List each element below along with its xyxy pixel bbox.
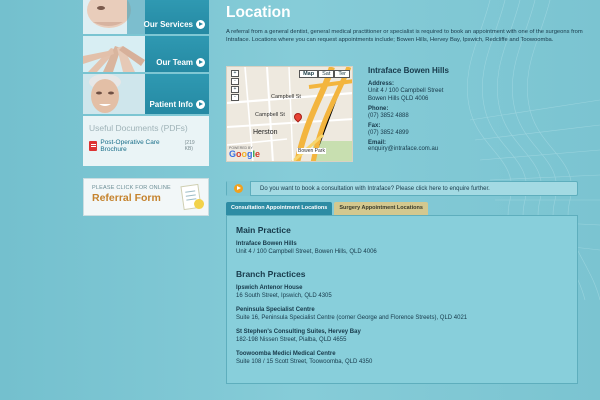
location-address: Suite 108 / 15 Scott Street, Toowoomba, … (236, 359, 373, 365)
location-name: Peninsula Specialist Centre (236, 307, 315, 313)
nav-label: Our Team (156, 58, 193, 67)
location-address: 182-198 Nissen Street, Pialba, QLD 4655 (236, 337, 347, 343)
patient-photo (83, 74, 145, 114)
intro-paragraph: A referral from a general dentist, gener… (226, 29, 583, 44)
nav-our-team[interactable]: Our Team (83, 36, 209, 72)
arrow-right-icon (196, 100, 205, 109)
address-text: Unit 4 / 100 Campbell Street Bowen Hills… (368, 87, 528, 103)
location-name: Intraface Bowen Hills (236, 241, 297, 247)
map-park-label: Bowen Park (297, 148, 326, 154)
branch-practices-heading: Branch Practices (236, 269, 306, 279)
document-size: (219 KB) (184, 140, 195, 152)
pdf-icon (89, 141, 98, 151)
zoom-out-button[interactable]: - (231, 78, 239, 85)
document-item[interactable]: Post-Operative Care Brochure (219 KB) (89, 139, 203, 153)
arrow-right-icon (196, 58, 205, 67)
sidebar: Our Services Our Team Patient Info Usefu… (83, 0, 209, 400)
map-type-satellite-button[interactable]: Sat (318, 70, 335, 78)
play-arrow-icon (227, 181, 251, 196)
location-address: Unit 4 / 100 Campbell Street, Bowen Hill… (236, 249, 377, 255)
location-name: St Stephen's Consulting Suites, Hervey B… (236, 329, 361, 335)
main-practice-heading: Main Practice (236, 225, 291, 235)
address-line: Bowen Hills QLD 4006 (368, 96, 429, 102)
google-logo: POWERED BY Google (229, 146, 260, 159)
nav-our-services[interactable]: Our Services (83, 0, 209, 34)
location-address: 16 South Street, Ipswich, QLD 4305 (236, 293, 332, 299)
arrow-right-icon (196, 20, 205, 29)
locations-panel: Main Practice Intraface Bowen Hills Unit… (226, 215, 578, 384)
zoom-in-button[interactable]: + (231, 70, 239, 77)
tab-surgery-locations[interactable]: Surgery Appointment Locations (334, 202, 428, 215)
address-line: Unit 4 / 100 Campbell Street (368, 88, 444, 94)
fax-number: (07) 3852 4899 (368, 130, 409, 136)
location-address: Suite 16, Peninsula Specialist Centre (c… (236, 315, 468, 321)
location-name: Ipswich Antenor House (236, 285, 303, 291)
nav-label: Patient Info (149, 100, 193, 109)
location-tabs: Consultation Appointment Locations Surge… (226, 202, 430, 215)
google-wordmark: Google (229, 149, 261, 159)
services-photo (83, 0, 145, 34)
map-street-label: Campbell St (255, 112, 285, 118)
location-name: Intraface Bowen Hills (368, 66, 449, 75)
team-hands-photo (83, 36, 145, 72)
nav-label: Our Services (143, 20, 193, 29)
zoom-out-button[interactable]: - (231, 94, 239, 101)
email-link[interactable]: enquiry@intraface.com.au (368, 146, 528, 152)
nav-patient-info[interactable]: Patient Info (83, 74, 209, 114)
map-type-map-button[interactable]: Map (299, 70, 319, 78)
location-map[interactable]: + - + - Map Sat Ter Campbell St Campbell… (226, 66, 353, 162)
location-name: Toowoomba Medici Medical Centre (236, 351, 336, 357)
documents-box: Useful Documents (PDFs) Post-Operative C… (83, 116, 209, 166)
map-zoom-controls: + - + - (231, 69, 243, 102)
map-type-controls: Map Sat Ter (299, 70, 350, 78)
map-suburb-label: Herston (253, 129, 278, 136)
book-consultation-text: Do you want to book a consultation with … (260, 185, 490, 192)
document-link[interactable]: Post-Operative Care Brochure (100, 139, 181, 153)
contact-details: Intraface Bowen Hills Address: Unit 4 / … (368, 66, 528, 152)
page-title: Location (226, 4, 291, 21)
main-content: Location A referral from a general denti… (226, 0, 590, 400)
book-consultation-bar[interactable]: Do you want to book a consultation with … (226, 181, 578, 196)
map-type-terrain-button[interactable]: Ter (334, 70, 350, 78)
tab-consultation-locations[interactable]: Consultation Appointment Locations (226, 202, 333, 215)
documents-title: Useful Documents (PDFs) (89, 123, 188, 133)
zoom-in-button[interactable]: + (231, 86, 239, 93)
phone-number: (07) 3852 4888 (368, 113, 409, 119)
referral-form-button[interactable]: PLEASE CLICK FOR ONLINE Referral Form (83, 178, 209, 216)
map-street-label: Campbell St (271, 94, 301, 100)
referral-document-icon (180, 183, 202, 211)
